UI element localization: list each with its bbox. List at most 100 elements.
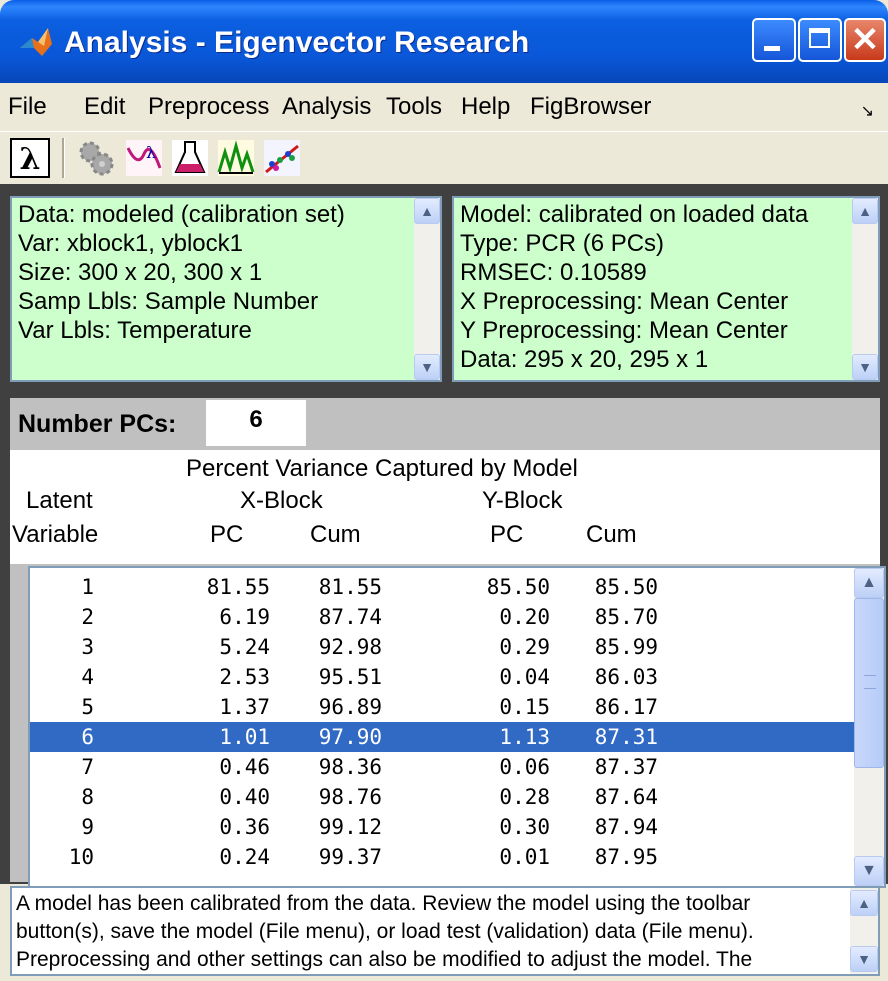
toolbar: λ λ	[0, 131, 888, 184]
status-line: A model has been calibrated from the dat…	[16, 892, 751, 915]
title-bar[interactable]: Analysis - Eigenvector Research ✕	[0, 0, 888, 83]
scroll-down-button[interactable]: ▼	[852, 354, 878, 380]
menu-file[interactable]: File	[8, 89, 47, 125]
x-pc-cell: 1.01	[219, 725, 270, 749]
data-info-line: Size: 300 x 20, 300 x 1	[18, 259, 263, 286]
pc-selection-panel: Number PCs: 6 Percent Variance Captured …	[0, 392, 888, 888]
chevron-down-icon: ▼	[858, 359, 872, 375]
menu-help[interactable]: Help	[461, 89, 510, 125]
x-pc-cell: 0.46	[219, 755, 270, 779]
latent-variable-cell: 4	[81, 665, 94, 689]
gear-icon[interactable]	[76, 138, 116, 178]
x-cum-header: Cum	[310, 521, 361, 548]
y-pc-cell: 0.28	[499, 785, 550, 809]
x-pc-cell: 2.53	[219, 665, 270, 689]
y-pc-cell: 0.06	[499, 755, 550, 779]
table-row[interactable]: 8 0.40 98.76 0.28 87.64	[30, 782, 856, 812]
data-info-scrollbar[interactable]: ▲ ▼	[414, 198, 440, 380]
scroll-up-button[interactable]: ▲	[852, 198, 878, 224]
maximize-button[interactable]	[798, 18, 842, 62]
table-row[interactable]: 3 5.24 92.98 0.29 85.99	[30, 632, 856, 662]
x-cum-cell: 99.12	[318, 815, 382, 839]
y-cum-cell: 86.03	[594, 665, 658, 689]
y-cum-cell: 86.17	[594, 695, 658, 719]
scroll-thumb[interactable]	[854, 598, 884, 768]
y-cum-cell: 87.95	[594, 845, 658, 869]
table-row[interactable]: 4 2.53 95.51 0.04 86.03	[30, 662, 856, 692]
x-pc-cell: 0.36	[219, 815, 270, 839]
y-cum-cell: 85.50	[594, 575, 658, 599]
latent-variable-cell: 3	[81, 635, 94, 659]
latent-variable-cell: 10	[68, 845, 94, 869]
data-info-box[interactable]: Data: modeled (calibration set) Var: xbl…	[10, 196, 442, 382]
table-row[interactable]: 6 1.01 97.90 1.13 87.31	[30, 722, 856, 752]
y-pc-cell: 0.30	[499, 815, 550, 839]
latent-variable-cell: 2	[81, 605, 94, 629]
data-info-line: Data: modeled (calibration set)	[18, 201, 345, 228]
scores-icon[interactable]: λ	[124, 138, 164, 178]
grip-icon	[864, 675, 876, 689]
scroll-up-button[interactable]: ▲	[850, 890, 878, 916]
chevron-up-icon: ▲	[857, 895, 871, 911]
menu-preprocess[interactable]: Preprocess	[148, 89, 269, 125]
chevron-up-icon: ▲	[861, 574, 877, 591]
latent-variable-cell: 9	[81, 815, 94, 839]
flask-icon[interactable]	[170, 138, 210, 178]
chevron-down-icon: ▼	[861, 862, 877, 879]
yblock-header: Y-Block	[482, 487, 563, 514]
table-row[interactable]: 5 1.37 96.89 0.15 86.17	[30, 692, 856, 722]
toolbar-separator	[62, 138, 65, 178]
chevron-up-icon: ▲	[420, 203, 434, 219]
minimize-button[interactable]	[752, 18, 796, 62]
latent-variable-cell: 1	[81, 575, 94, 599]
scroll-down-button[interactable]: ▼	[414, 354, 440, 380]
number-pcs-field[interactable]: 6	[206, 400, 306, 446]
y-pc-cell: 85.50	[486, 575, 550, 599]
menu-figbrowser[interactable]: FigBrowser	[530, 89, 651, 125]
pc-inner: Number PCs: 6 Percent Variance Captured …	[10, 398, 886, 888]
x-pc-cell: 6.19	[219, 605, 270, 629]
y-pc-cell: 0.20	[499, 605, 550, 629]
variable-header: Variable	[12, 521, 99, 548]
y-pc-header: PC	[490, 521, 524, 548]
x-cum-cell: 81.55	[318, 575, 382, 599]
variance-table-title: Percent Variance Captured by Model	[186, 455, 578, 482]
table-row[interactable]: 10 0.24 99.37 0.01 87.95	[30, 842, 856, 872]
y-pc-cell: 0.15	[499, 695, 550, 719]
y-pc-cell: 0.04	[499, 665, 550, 689]
data-info-line: Var Lbls: Temperature	[18, 317, 252, 344]
status-message-box[interactable]: A model has been calibrated from the dat…	[10, 886, 880, 976]
y-cum-header: Cum	[586, 521, 637, 548]
model-info-box[interactable]: Model: calibrated on loaded data Type: P…	[452, 196, 880, 382]
y-pc-cell: 0.01	[499, 845, 550, 869]
y-pc-cell: 1.13	[499, 725, 550, 749]
menu-overflow-icon[interactable]: ↘	[861, 101, 874, 121]
scroll-down-button[interactable]: ▼	[850, 946, 878, 972]
menu-bar: File Edit Preprocess Analysis Tools Help…	[0, 83, 888, 131]
scroll-up-button[interactable]: ▲	[414, 198, 440, 224]
table-row[interactable]: 2 6.19 87.74 0.20 85.70	[30, 602, 856, 632]
table-row[interactable]: 9 0.36 99.12 0.30 87.94	[30, 812, 856, 842]
x-cum-cell: 95.51	[318, 665, 382, 689]
y-cum-cell: 87.37	[594, 755, 658, 779]
variance-list[interactable]: 1 81.55 81.55 85.50 85.50 2 6.19 87.74 0.20 85.70…	[28, 566, 886, 888]
spectra-icon[interactable]	[216, 138, 256, 178]
table-row[interactable]: 1 81.55 81.55 85.50 85.50	[30, 572, 856, 602]
model-info-scrollbar[interactable]: ▲ ▼	[852, 198, 878, 380]
close-button[interactable]: ✕	[844, 18, 886, 62]
info-panel: Data: modeled (calibration set) Var: xbl…	[0, 184, 888, 392]
menu-tools[interactable]: Tools	[386, 89, 442, 125]
status-scrollbar[interactable]: ▲ ▼	[850, 888, 878, 974]
x-cum-cell: 96.89	[318, 695, 382, 719]
lambda-icon[interactable]: λ	[10, 138, 50, 178]
scroll-up-button[interactable]: ▲	[854, 568, 884, 598]
chevron-up-icon: ▲	[858, 203, 872, 219]
variance-scrollbar[interactable]: ▲ ▼	[854, 568, 884, 886]
menu-edit[interactable]: Edit	[84, 89, 125, 125]
scroll-down-button[interactable]: ▼	[854, 856, 884, 886]
menu-analysis[interactable]: Analysis	[282, 89, 371, 125]
latent-variable-cell: 8	[81, 785, 94, 809]
maximize-icon	[809, 28, 830, 48]
table-row[interactable]: 7 0.46 98.36 0.06 87.37	[30, 752, 856, 782]
prediction-icon[interactable]	[262, 138, 302, 178]
